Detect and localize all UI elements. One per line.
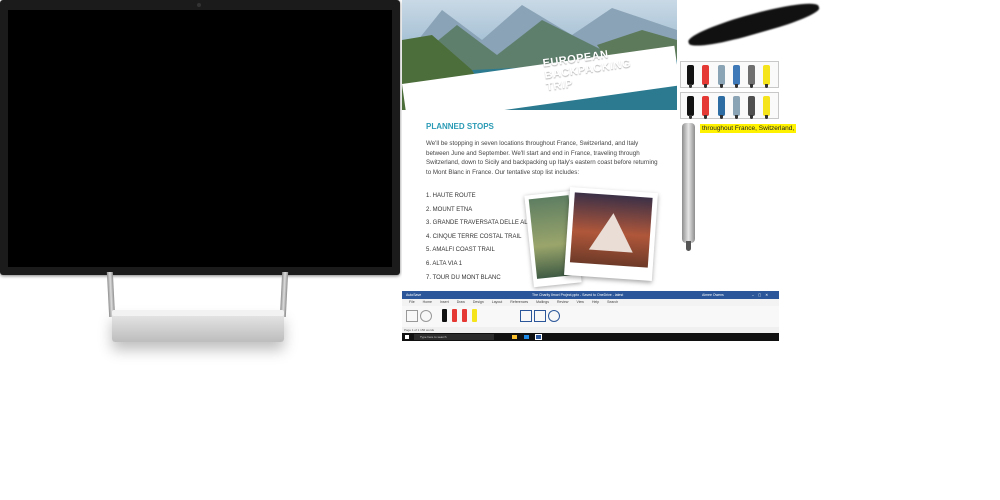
ink-to-shape-icon[interactable] (520, 310, 532, 322)
draw-with-touch-icon[interactable] (420, 310, 432, 322)
draw-ribbon (402, 306, 779, 328)
surface-pen-tip (686, 241, 691, 251)
pen-black-icon[interactable] (687, 65, 694, 88)
pen-tip (735, 84, 738, 88)
list-item: 7. TOUR DU MONT BLANC (426, 274, 501, 281)
ribbon-pen-red[interactable] (452, 309, 457, 322)
pen-blue-icon[interactable] (733, 65, 740, 88)
word-app-icon[interactable] (535, 334, 542, 340)
pen-tip (689, 115, 692, 119)
list-item: 6. ALTA VIA 1 (426, 260, 463, 267)
taskbar-search[interactable]: Type here to search (414, 334, 494, 340)
tab-file[interactable]: File (409, 299, 415, 306)
pen-tip (765, 115, 768, 119)
pen-black-icon[interactable] (687, 96, 694, 119)
pen-tip (735, 115, 738, 119)
user-name[interactable]: Aimee Owens (702, 291, 724, 299)
surface-pen (682, 123, 695, 251)
ribbon-tabs: File Home Insert Draw Design Layout Refe… (402, 299, 779, 307)
device-base-top (112, 310, 284, 316)
pen-tip (720, 84, 723, 88)
highlighter-yellow-icon[interactable] (763, 96, 770, 119)
tab-insert[interactable]: Insert (440, 299, 449, 306)
autosave-toggle[interactable]: AutoSave (406, 291, 421, 299)
pen-light-blue-icon[interactable] (718, 65, 725, 88)
surface-studio-monitor (0, 0, 400, 275)
document-page: EUROPEAN BACKPACKING TRIP PLANNED STOPS … (402, 0, 677, 290)
ribbon-pen-red-2[interactable] (462, 309, 467, 322)
list-item: 4. CINQUE TERRE COSTAL TRAIL (426, 233, 522, 240)
tab-help[interactable]: Help (592, 299, 599, 306)
ink-stroke (685, 0, 822, 53)
tab-view[interactable]: View (576, 299, 584, 306)
edge-icon[interactable] (524, 335, 529, 339)
ribbon-pen-black[interactable] (442, 309, 447, 322)
pen-tip (720, 115, 723, 119)
word-window: AutoSave The Charity Ilmori Project.pptx… (402, 291, 779, 341)
ink-replay-icon[interactable] (548, 310, 560, 322)
ink-to-math-icon[interactable] (534, 310, 546, 322)
file-explorer-icon[interactable] (512, 335, 517, 339)
pen-row-2 (680, 92, 779, 119)
windows-taskbar: Type here to search (402, 333, 779, 341)
pen-tray (680, 61, 779, 119)
highlighter-yellow-icon[interactable] (763, 65, 770, 88)
monitor-screen (8, 10, 392, 267)
pen-tip (689, 84, 692, 88)
pen-tip (765, 84, 768, 88)
pen-blue-icon[interactable] (718, 96, 725, 119)
pen-tip (750, 84, 753, 88)
pen-row-1 (680, 61, 779, 88)
device-base (112, 312, 284, 342)
stop-list: 1. HAUTE ROUTE 2. MOUNT ETNA 3. GRANDE T… (426, 190, 533, 285)
document-title: The Charity Ilmori Project.pptx - Saved … (532, 293, 624, 297)
window-controls[interactable]: –▢✕ (752, 291, 772, 299)
hero-image: EUROPEAN BACKPACKING TRIP (402, 0, 677, 110)
tab-review[interactable]: Review (557, 299, 568, 306)
tab-design[interactable]: Design (473, 299, 484, 306)
start-icon[interactable] (405, 335, 409, 339)
tab-home[interactable]: Home (423, 299, 432, 306)
highlighted-text: throughout France, Switzerland, (700, 124, 797, 133)
list-item: 5. AMALFI COAST TRAIL (426, 247, 495, 254)
intro-paragraph: We'll be stopping in seven locations thr… (426, 140, 658, 176)
camera-icon (197, 3, 201, 7)
mountain-photo (564, 187, 658, 281)
pen-gray-icon[interactable] (748, 96, 755, 119)
pen-tip (704, 115, 707, 119)
pen-tip (704, 84, 707, 88)
pen-red-icon[interactable] (702, 65, 709, 88)
ribbon-highlighter[interactable] (472, 309, 477, 322)
pen-tip (750, 115, 753, 119)
mountain-photo-image (569, 192, 653, 268)
pen-red-icon[interactable] (702, 96, 709, 119)
select-tool-icon[interactable] (406, 310, 418, 322)
pen-gray-icon[interactable] (748, 65, 755, 88)
tab-references[interactable]: References (510, 299, 528, 306)
search-hint[interactable]: Search (607, 299, 618, 306)
tab-layout[interactable]: Layout (492, 299, 503, 306)
list-item: 1. HAUTE ROUTE (426, 193, 476, 199)
word-titlebar: AutoSave The Charity Ilmori Project.pptx… (402, 291, 779, 299)
mountain-peak (588, 211, 636, 253)
section-title: PLANNED STOPS (426, 122, 494, 131)
pen-light-blue-icon[interactable] (733, 96, 740, 119)
list-item: 2. MOUNT ETNA (426, 206, 473, 213)
list-item: 3. GRANDE TRAVERSATA DELLE ALPI (426, 220, 534, 227)
tab-mailings[interactable]: Mailings (536, 299, 549, 306)
